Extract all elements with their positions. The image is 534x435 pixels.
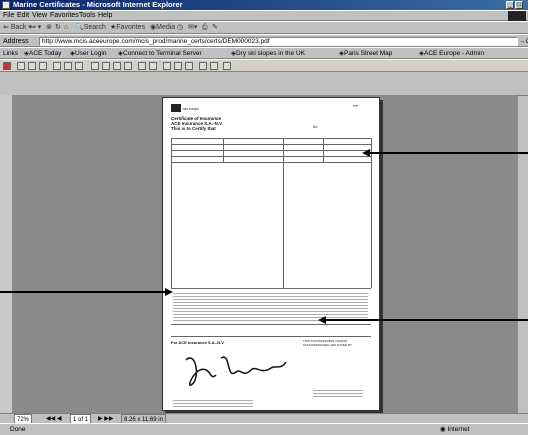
- annotation-arrow-left: [0, 291, 165, 293]
- table-rule: [171, 150, 371, 151]
- maximize-button[interactable]: □: [515, 1, 523, 9]
- table-rule: [171, 156, 371, 157]
- doc-not-transferable: THIS TRANSFERABLE UNLESS COUNTERSIGNED A…: [303, 339, 352, 347]
- menu-file[interactable]: File: [3, 11, 14, 21]
- table-rule: [171, 138, 172, 288]
- doc-footer-text: [173, 398, 253, 408]
- save-icon[interactable]: [17, 62, 25, 70]
- browser-window: Marine Certificates - Microsoft Internet…: [0, 0, 528, 435]
- doc-ref-code: ▪▪▪▪: [353, 103, 359, 108]
- menu-edit[interactable]: Edit: [17, 11, 29, 21]
- table-rule: [371, 138, 372, 288]
- acrobat-icon[interactable]: [3, 62, 11, 70]
- next-page-icon[interactable]: [113, 62, 121, 70]
- minimize-button[interactable]: _: [506, 1, 514, 9]
- table-rule: [171, 288, 371, 289]
- link-ace-today[interactable]: ◈ACE Today: [24, 48, 61, 59]
- mail-icon[interactable]: ✉▾: [188, 22, 197, 34]
- search-button[interactable]: 🔍Search: [75, 22, 106, 34]
- toolbar: ⇐ Back ▾ ⇒ ▾ ⊗ ↻ ⌂ 🔍Search ★Favorites ◉M…: [0, 21, 528, 34]
- table-rule: [171, 162, 371, 163]
- arrowhead-icon: [318, 316, 326, 324]
- annotation-arrow-signature: [326, 319, 528, 321]
- print-pdf-icon[interactable]: [28, 62, 36, 70]
- signature: [185, 356, 287, 386]
- favorites-button[interactable]: ★Favorites: [110, 22, 145, 34]
- link-terminal-server[interactable]: ◈Connect to Terminal Server: [118, 48, 202, 59]
- fit-page-icon[interactable]: [174, 62, 182, 70]
- arrowhead-icon: [362, 149, 370, 157]
- go-back-icon[interactable]: [138, 62, 146, 70]
- edit-icon[interactable]: ✎: [212, 22, 218, 34]
- refresh-icon[interactable]: ↻: [55, 22, 61, 34]
- ie-icon: [2, 1, 10, 9]
- select-text-icon[interactable]: [210, 62, 218, 70]
- address-bar: Address http://www.mcis.aceeurope.com/mc…: [0, 34, 528, 47]
- doc-signed-for: For ACE Insurance S.A.-N.V.: [171, 340, 225, 345]
- table-rule: [171, 138, 371, 139]
- status-bar: Done ◉ Internet: [0, 423, 528, 435]
- menu-help[interactable]: Help: [98, 11, 112, 21]
- status-text: Done: [10, 426, 26, 433]
- media-button[interactable]: ◉Media: [150, 22, 175, 34]
- doc-certify: This is to Certify that: [171, 126, 216, 131]
- table-rule: [171, 336, 371, 337]
- zoom-tool-icon[interactable]: [64, 62, 72, 70]
- fit-width-icon[interactable]: [185, 62, 193, 70]
- address-url: http://www.mcis.aceeurope.com/mcis_prod/…: [42, 38, 270, 45]
- table-rule: [323, 138, 324, 162]
- windows-logo: [508, 11, 526, 21]
- menu-tools[interactable]: Tools: [79, 11, 95, 21]
- hand-tool-icon[interactable]: [53, 62, 61, 70]
- table-rule: [171, 324, 371, 325]
- pdf-toolbar: [0, 59, 528, 72]
- title-bar: Marine Certificates - Microsoft Internet…: [0, 0, 528, 10]
- go-forward-icon[interactable]: [149, 62, 157, 70]
- last-page-icon[interactable]: [124, 62, 132, 70]
- back-button[interactable]: ⇐ Back ▾: [3, 22, 32, 34]
- go-button[interactable]: →Go: [519, 37, 528, 46]
- menu-bar: File Edit View Favorites Tools Help: [0, 10, 528, 21]
- table-rule: [283, 138, 284, 288]
- link-user-login[interactable]: ◈User Login: [70, 48, 106, 59]
- doc-company-small: ace europe: [183, 107, 199, 111]
- doc-cert-number: No.: [313, 125, 318, 129]
- pdf-page: ace europe ▪▪▪▪ Certificate of Insurance…: [162, 97, 380, 411]
- actual-size-icon[interactable]: [163, 62, 171, 70]
- select-graphics-icon[interactable]: [223, 62, 231, 70]
- pdf-document-area[interactable]: ace europe ▪▪▪▪ Certificate of Insurance…: [12, 95, 518, 414]
- toolbar-spacer: [0, 72, 528, 96]
- find-icon[interactable]: [199, 62, 207, 70]
- forward-button[interactable]: ⇒ ▾: [30, 22, 41, 34]
- doc-small-print: [173, 291, 368, 321]
- history-icon[interactable]: ◷: [177, 22, 183, 34]
- first-page-icon[interactable]: [91, 62, 99, 70]
- address-input[interactable]: http://www.mcis.aceeurope.com/mcis_prod/…: [39, 37, 518, 46]
- doc-countersign-text: [313, 388, 363, 398]
- print-icon[interactable]: ⎙: [202, 22, 208, 34]
- prev-page-icon[interactable]: [102, 62, 110, 70]
- text-select-icon[interactable]: [75, 62, 83, 70]
- arrowhead-icon: [165, 288, 173, 296]
- email-icon[interactable]: [39, 62, 47, 70]
- ace-logo: [171, 104, 181, 112]
- table-rule: [171, 144, 371, 145]
- links-label: Links: [3, 50, 19, 57]
- menu-view[interactable]: View: [32, 11, 47, 21]
- link-dry-ski-slopes[interactable]: ◈Dry ski slopes in the UK: [231, 48, 305, 59]
- link-paris-map[interactable]: ◈Paris Street Map: [339, 48, 392, 59]
- link-ace-admin[interactable]: ◈ACE Europe - Admin: [419, 48, 484, 59]
- stop-icon[interactable]: ⊗: [46, 22, 52, 34]
- annotation-arrow-cert-no: [370, 152, 528, 154]
- table-rule: [223, 138, 224, 162]
- zone-indicator: ◉ Internet: [440, 426, 470, 433]
- home-icon[interactable]: ⌂: [64, 22, 68, 34]
- links-bar: Links ◈ACE Today ◈User Login ◈Connect to…: [0, 47, 528, 59]
- window-title: Marine Certificates - Microsoft Internet…: [13, 0, 183, 9]
- menu-favorites[interactable]: Favorites: [50, 11, 79, 21]
